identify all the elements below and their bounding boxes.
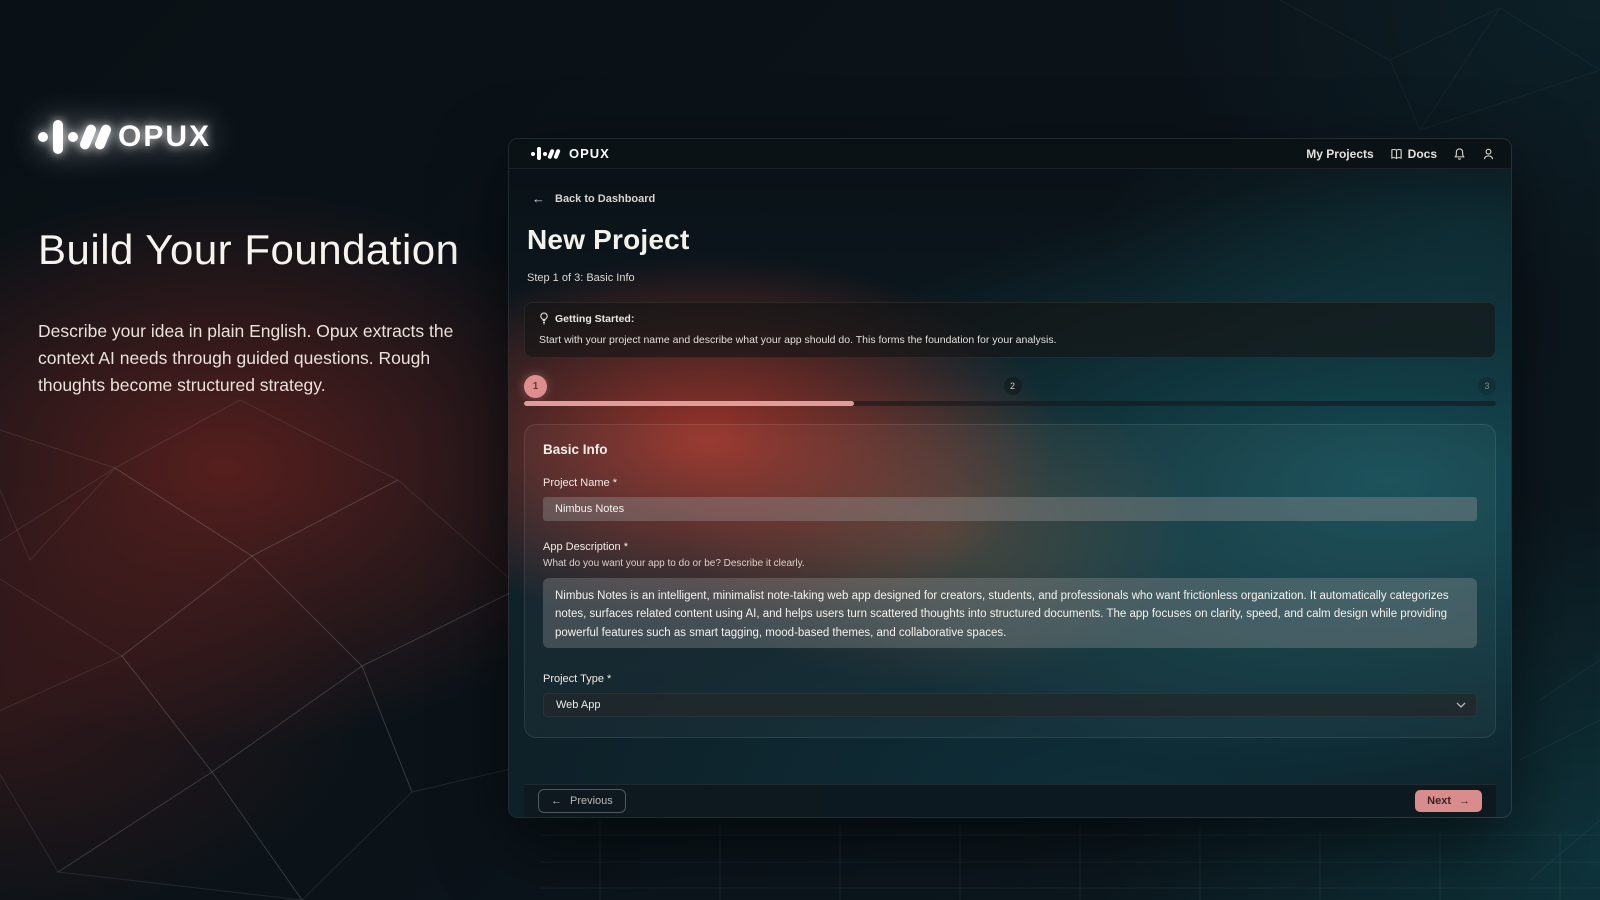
step-circle-1: 1 xyxy=(524,375,547,398)
opux-logo: OPUX xyxy=(38,120,478,154)
bell-icon xyxy=(1453,147,1466,161)
project-name-label: Project Name * xyxy=(543,477,1477,489)
marketing-panel: OPUX Build Your Foundation Describe your… xyxy=(38,120,478,399)
getting-started-tip: Getting Started: Start with your project… xyxy=(524,302,1496,358)
wizard-footer: ← Previous Next → xyxy=(524,784,1496,817)
previous-button[interactable]: ← Previous xyxy=(538,789,626,813)
next-button[interactable]: Next → xyxy=(1415,790,1482,812)
back-link-label: Back to Dashboard xyxy=(555,193,655,205)
notifications-button[interactable] xyxy=(1453,147,1466,161)
app-description-helper: What do you want your app to do or be? D… xyxy=(543,558,1477,569)
back-arrow-icon: ← xyxy=(532,191,545,206)
next-arrow-icon: → xyxy=(1459,795,1470,807)
user-menu-button[interactable] xyxy=(1482,147,1495,161)
project-type-value: Web App xyxy=(556,699,600,711)
marketing-headline: Build Your Foundation xyxy=(38,226,478,274)
header-logo-text: OPUX xyxy=(569,146,610,161)
nav-my-projects-label: My Projects xyxy=(1306,147,1373,161)
tip-body: Start with your project name and describ… xyxy=(539,334,1481,346)
lightbulb-icon xyxy=(539,312,549,325)
progress-bar-fill xyxy=(524,401,854,406)
step-indicator: Step 1 of 3: Basic Info xyxy=(527,272,1496,284)
header-nav: My Projects Docs xyxy=(1306,147,1495,161)
user-icon xyxy=(1482,147,1495,161)
next-button-label: Next xyxy=(1427,795,1451,807)
header-logo[interactable]: OPUX xyxy=(531,146,610,161)
nav-docs-label: Docs xyxy=(1408,147,1437,161)
book-icon xyxy=(1390,148,1403,160)
opux-logo-mark xyxy=(531,147,559,160)
step-circle-3: 3 xyxy=(1478,377,1496,395)
page-title: New Project xyxy=(527,224,1496,256)
opux-logo-mark xyxy=(38,120,108,154)
project-type-label: Project Type * xyxy=(543,673,1477,685)
card-title: Basic Info xyxy=(543,442,1477,457)
nav-docs[interactable]: Docs xyxy=(1390,147,1437,161)
window-content: ← Back to Dashboard New Project Step 1 o… xyxy=(509,169,1511,817)
app-description-textarea[interactable]: Nimbus Notes is an intelligent, minimali… xyxy=(543,578,1477,648)
app-description-label: App Description * xyxy=(543,541,1477,553)
previous-button-label: Previous xyxy=(570,795,613,807)
chevron-down-icon xyxy=(1456,702,1466,708)
step-circle-2: 2 xyxy=(1004,377,1022,395)
marketing-description: Describe your idea in plain English. Opu… xyxy=(38,318,478,399)
progress-bar xyxy=(524,401,1496,406)
opux-logo-text: OPUX xyxy=(118,120,211,154)
back-to-dashboard-link[interactable]: ← Back to Dashboard xyxy=(532,191,655,206)
tip-title: Getting Started: xyxy=(555,313,634,325)
app-header: OPUX My Projects Docs xyxy=(509,139,1511,169)
previous-arrow-icon: ← xyxy=(551,795,562,807)
desktop-background: OPUX Build Your Foundation Describe your… xyxy=(0,0,1600,900)
project-type-select[interactable]: Web App xyxy=(543,693,1477,717)
wizard-steps: 1 2 3 xyxy=(524,374,1496,398)
app-window: OPUX My Projects Docs xyxy=(508,138,1512,818)
nav-my-projects[interactable]: My Projects xyxy=(1306,147,1373,161)
project-name-input[interactable] xyxy=(543,497,1477,521)
basic-info-card: Basic Info Project Name * App Descriptio… xyxy=(524,424,1496,738)
